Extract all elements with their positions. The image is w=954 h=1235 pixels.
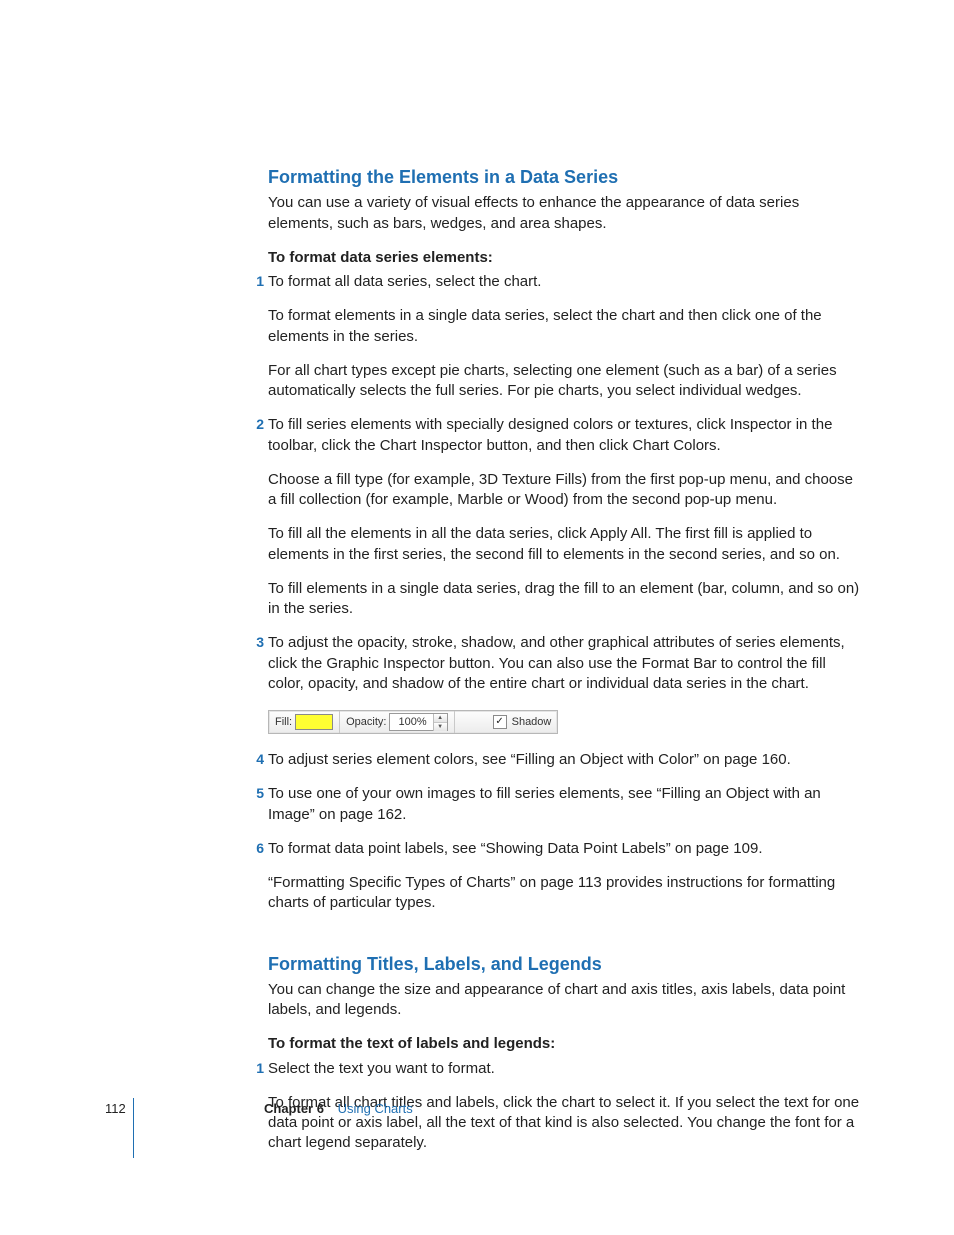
shadow-cell: ✓ Shadow: [487, 711, 558, 733]
opacity-label: Opacity:: [346, 715, 386, 730]
section-heading: Formatting Titles, Labels, and Legends: [268, 952, 860, 976]
stepper-up-icon[interactable]: ▲: [434, 714, 447, 723]
step-text: To format elements in a single data seri…: [268, 306, 860, 347]
step-number: 3: [250, 633, 264, 652]
step-number: 2: [250, 415, 264, 434]
opacity-stepper[interactable]: ▲ ▼: [433, 714, 447, 731]
section-intro: You can use a variety of visual effects …: [268, 193, 860, 234]
stepper-down-icon[interactable]: ▼: [434, 723, 447, 731]
shadow-checkbox[interactable]: ✓: [493, 715, 507, 729]
step-number: 1: [250, 1059, 264, 1078]
page-footer: 112 Chapter 6 Using Charts: [105, 1100, 865, 1158]
step-text: Select the text you want to format.: [268, 1059, 860, 1079]
section-intro: You can change the size and appearance o…: [268, 980, 860, 1021]
step-number: 4: [250, 750, 264, 769]
procedure-subhead: To format the text of labels and legends…: [268, 1034, 860, 1054]
format-bar: Fill: Opacity: 100% ▲ ▼ ✓ Shadow: [268, 710, 558, 734]
step-text: To fill series elements with specially d…: [268, 415, 860, 456]
step-item: 4 To adjust series element colors, see “…: [268, 750, 860, 770]
step-number: 1: [250, 272, 264, 291]
chapter-label: Chapter 6: [264, 1101, 324, 1116]
section-heading: Formatting the Elements in a Data Series: [268, 165, 860, 189]
opacity-cell: Opacity: 100% ▲ ▼: [340, 711, 455, 733]
page-number: 112: [105, 1100, 133, 1118]
chapter-line: Chapter 6 Using Charts: [264, 1100, 413, 1118]
page-content: Formatting the Elements in a Data Series…: [268, 165, 860, 1168]
fill-color-swatch[interactable]: [295, 714, 333, 730]
chapter-title: Using Charts: [338, 1101, 413, 1116]
procedure-subhead: To format data series elements:: [268, 248, 860, 268]
shadow-label: Shadow: [512, 715, 552, 730]
step-item: 5 To use one of your own images to fill …: [268, 784, 860, 825]
step-text: To adjust the opacity, stroke, shadow, a…: [268, 633, 860, 694]
step-text: Choose a fill type (for example, 3D Text…: [268, 470, 860, 511]
fill-label: Fill:: [275, 715, 292, 730]
opacity-field[interactable]: 100% ▲ ▼: [389, 713, 447, 731]
step-text: To adjust series element colors, see “Fi…: [268, 750, 860, 770]
check-icon: ✓: [495, 715, 503, 729]
step-item: 6 To format data point labels, see “Show…: [268, 839, 860, 914]
opacity-value: 100%: [390, 715, 432, 730]
step-text: For all chart types except pie charts, s…: [268, 361, 860, 402]
step-number: 6: [250, 839, 264, 858]
step-item: 1 To format all data series, select the …: [268, 272, 860, 401]
step-text: To fill all the elements in all the data…: [268, 524, 860, 565]
footer-rule: [133, 1098, 134, 1158]
spacer: [455, 711, 487, 733]
step-text: To format all data series, select the ch…: [268, 272, 860, 292]
step-text: To format data point labels, see “Showin…: [268, 839, 860, 859]
step-text: To fill elements in a single data series…: [268, 579, 860, 620]
step-item: 2 To fill series elements with specially…: [268, 415, 860, 619]
step-item: 3 To adjust the opacity, stroke, shadow,…: [268, 633, 860, 694]
step-number: 5: [250, 784, 264, 803]
fill-cell: Fill:: [269, 711, 340, 733]
step-text: “Formatting Specific Types of Charts” on…: [268, 873, 860, 914]
step-text: To use one of your own images to fill se…: [268, 784, 860, 825]
